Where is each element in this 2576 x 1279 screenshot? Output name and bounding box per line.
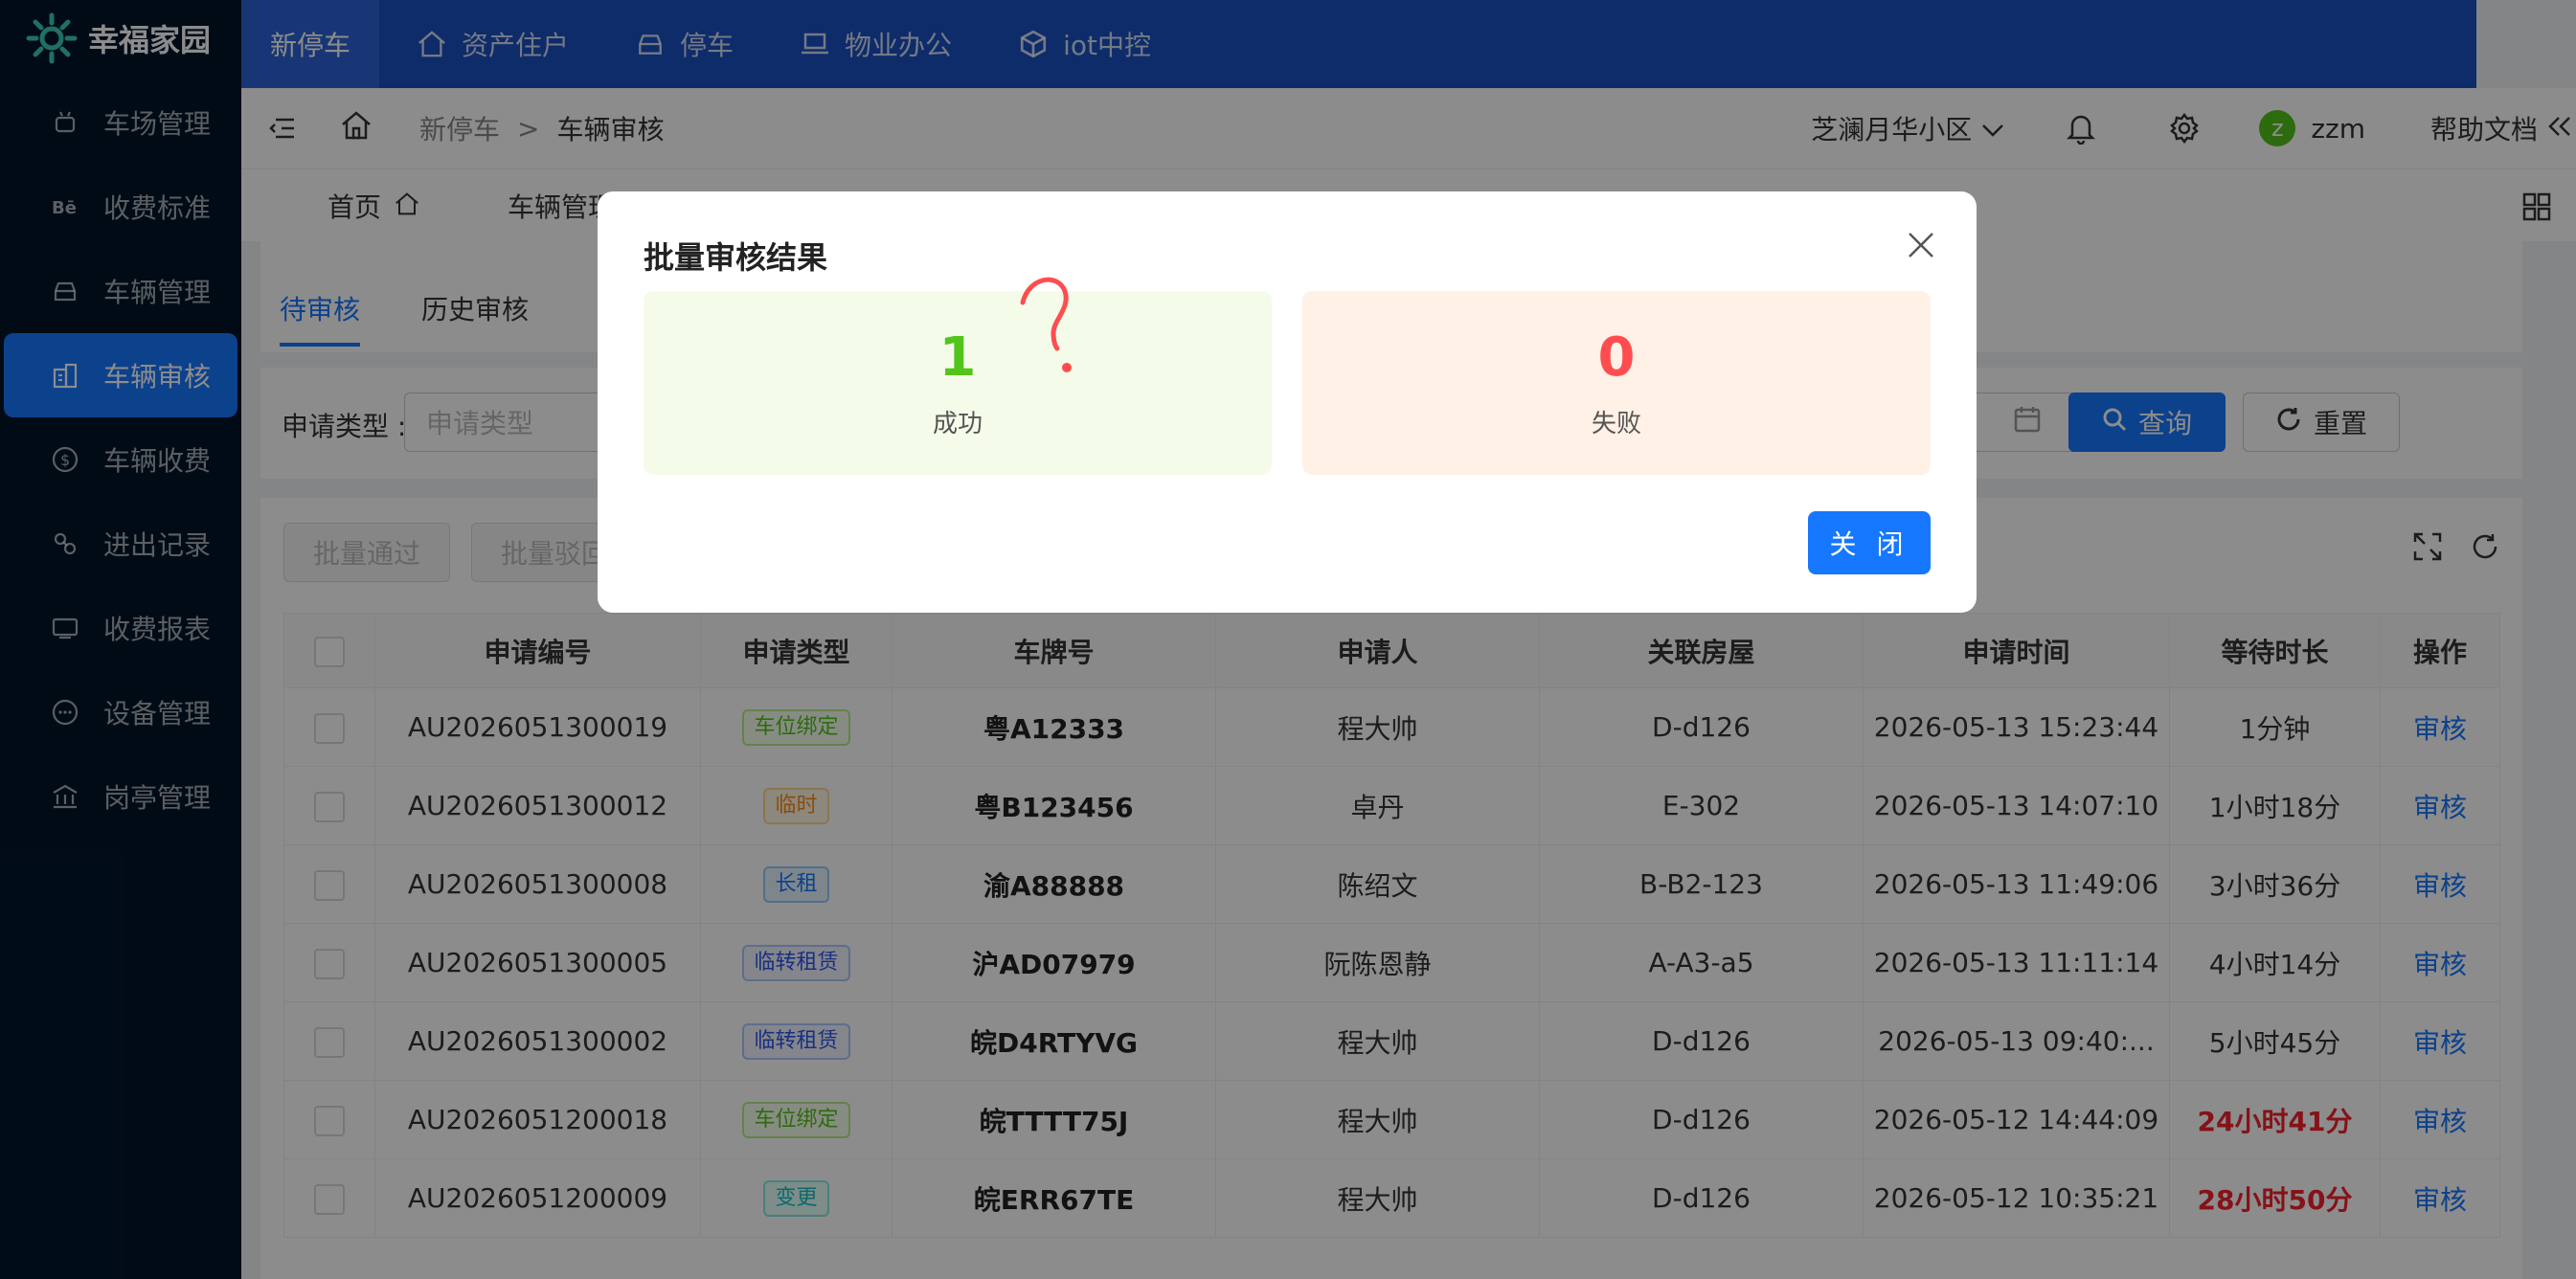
modal-title: 批量审核结果 bbox=[644, 239, 828, 276]
success-label: 成功 bbox=[932, 410, 983, 438]
success-count: 1 bbox=[938, 326, 977, 389]
close-button[interactable]: 关 闭 bbox=[1808, 511, 1931, 574]
fail-label: 失败 bbox=[1591, 410, 1641, 438]
batch-result-modal: 批量审核结果 1 成功 0 失败 关 闭 bbox=[598, 191, 1977, 613]
question-mark-annotation bbox=[1020, 277, 1072, 372]
close-icon[interactable] bbox=[1902, 226, 1940, 264]
fail-stat: 0 失败 bbox=[1302, 291, 1931, 475]
success-stat: 1 成功 bbox=[644, 291, 1272, 475]
fail-count: 0 bbox=[1597, 326, 1636, 389]
